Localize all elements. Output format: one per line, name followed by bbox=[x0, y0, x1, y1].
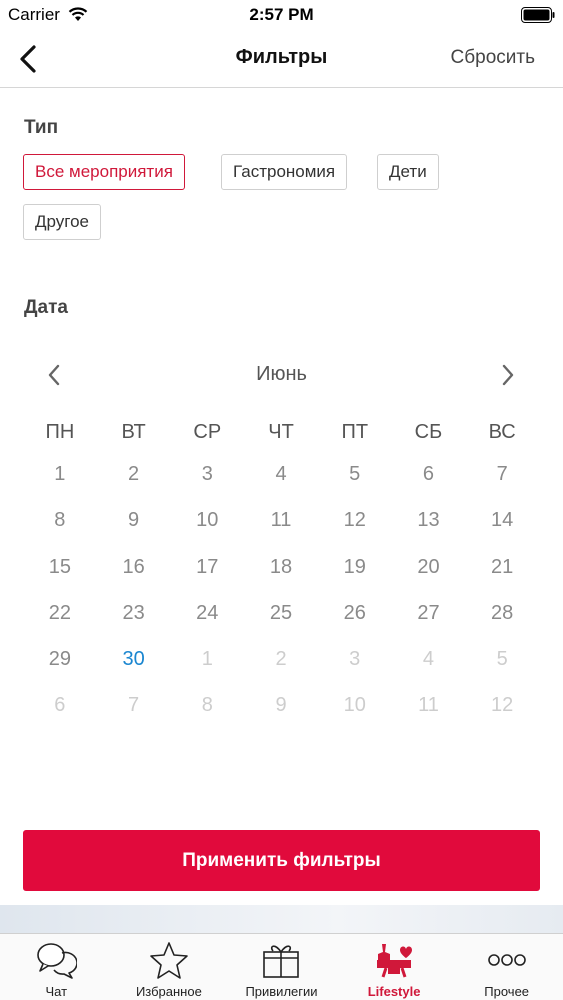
weekday-label: ВС bbox=[488, 421, 516, 443]
calendar-day-next-month: 10 bbox=[343, 694, 366, 716]
tab-label: Прочее bbox=[484, 984, 530, 999]
calendar-day[interactable]: 29 bbox=[23, 648, 97, 671]
weekday-label: ЧТ bbox=[268, 421, 294, 443]
calendar-day[interactable]: 21 bbox=[465, 556, 539, 579]
chip-kids[interactable]: Дети bbox=[377, 154, 439, 190]
calendar-day[interactable]: 5 bbox=[318, 463, 392, 486]
chevron-right-icon bbox=[502, 364, 514, 386]
type-section-title: Тип bbox=[24, 117, 59, 138]
weekday-label: ПН bbox=[45, 421, 75, 443]
tab-label: Привилегии bbox=[245, 984, 318, 999]
calendar-day[interactable]: 25 bbox=[244, 602, 318, 625]
calendar-day[interactable]: 20 bbox=[392, 556, 466, 579]
calendar-day-next-month: 8 bbox=[201, 694, 213, 716]
calendar-day[interactable]: 13 bbox=[392, 509, 466, 532]
calendar-week-row: 22 23 24 25 26 27 28 bbox=[23, 602, 539, 625]
calendar-header: Июнь bbox=[0, 355, 563, 395]
status-time: 2:57 PM bbox=[249, 5, 314, 24]
calendar-day[interactable]: 26 bbox=[318, 602, 392, 625]
calendar-day[interactable]: 8 bbox=[23, 509, 97, 532]
calendar-day-next-month: 1 bbox=[201, 648, 213, 670]
tab-privileges[interactable]: Привилегии bbox=[225, 934, 338, 1000]
tab-label: Чат bbox=[45, 984, 68, 999]
calendar-day-today[interactable]: 30 bbox=[97, 648, 171, 671]
chip-all-events[interactable]: Все мероприятия bbox=[23, 154, 185, 190]
star-icon bbox=[148, 940, 190, 980]
calendar-day[interactable]: 12 bbox=[318, 509, 392, 532]
tab-label: Lifestyle bbox=[367, 984, 421, 999]
navigation-bar: Фильтры Сбросить bbox=[0, 30, 563, 88]
calendar-day[interactable]: 1 bbox=[23, 463, 97, 486]
tab-chat[interactable]: Чат bbox=[0, 934, 113, 1000]
more-icon bbox=[486, 940, 528, 980]
calendar-day[interactable]: 18 bbox=[244, 556, 318, 579]
tab-favorites[interactable]: Избранное bbox=[113, 934, 226, 1000]
calendar-day[interactable]: 4 bbox=[244, 463, 318, 486]
calendar-week-row: 6 7 8 9 10 11 12 bbox=[23, 694, 539, 717]
calendar-day-next-month: 7 bbox=[128, 694, 140, 716]
weekday-label: СБ bbox=[414, 421, 443, 443]
tab-lifestyle[interactable]: Lifestyle bbox=[338, 934, 451, 1000]
tab-label: Избранное bbox=[135, 984, 202, 999]
calendar-day-next-month: 2 bbox=[275, 648, 287, 670]
status-bar: Carrier 2:57 PM bbox=[0, 0, 563, 30]
calendar-day[interactable]: 6 bbox=[392, 463, 466, 486]
calendar-day-next-month: 4 bbox=[422, 648, 435, 670]
calendar-day[interactable]: 9 bbox=[97, 509, 171, 532]
chip-other[interactable]: Другое bbox=[23, 204, 102, 240]
calendar-week-row: 15 16 17 18 19 20 21 bbox=[23, 556, 539, 579]
reset-button[interactable]: Сбросить bbox=[451, 47, 535, 69]
weekday-header-row: ПН ВТ СР ЧТ ПТ СБ ВС bbox=[23, 421, 539, 444]
calendar-day[interactable]: 16 bbox=[97, 556, 171, 579]
calendar-day[interactable]: 11 bbox=[244, 509, 318, 532]
month-label: Июнь bbox=[256, 363, 307, 385]
weekday-label: ПТ bbox=[341, 421, 369, 443]
tab-bar: Чат Избранное Привилегии Lifestyle Проче… bbox=[0, 933, 563, 1000]
calendar-day[interactable]: 28 bbox=[465, 602, 539, 625]
gift-icon bbox=[260, 940, 302, 980]
calendar-day[interactable]: 24 bbox=[170, 602, 244, 625]
calendar-week-row: 29 30 1 2 3 4 5 bbox=[23, 648, 539, 671]
calendar-day[interactable]: 14 bbox=[465, 509, 539, 532]
calendar-day[interactable]: 27 bbox=[392, 602, 466, 625]
next-month-button[interactable] bbox=[494, 361, 522, 389]
tab-bar-backdrop bbox=[0, 905, 563, 933]
calendar-day-next-month: 5 bbox=[496, 648, 508, 670]
calendar-day-next-month: 9 bbox=[275, 694, 287, 716]
weekday-label: СР bbox=[193, 421, 222, 443]
lifestyle-icon bbox=[373, 940, 415, 980]
calendar-day[interactable]: 17 bbox=[170, 556, 244, 579]
calendar-day-next-month: 12 bbox=[491, 694, 514, 716]
calendar-week-row: 8 9 10 11 12 13 14 bbox=[23, 509, 539, 532]
calendar-day[interactable]: 19 bbox=[318, 556, 392, 579]
calendar-day[interactable]: 10 bbox=[170, 509, 244, 532]
calendar-day-next-month: 11 bbox=[418, 694, 439, 716]
apply-filters-button[interactable]: Применить фильтры bbox=[23, 830, 540, 891]
calendar-day-next-month: 6 bbox=[54, 694, 66, 716]
calendar-day[interactable]: 15 bbox=[23, 556, 97, 579]
chip-gastronomy[interactable]: Гастрономия bbox=[221, 154, 348, 190]
calendar-day[interactable]: 3 bbox=[170, 463, 244, 486]
battery-icon bbox=[521, 7, 555, 23]
calendar-day-next-month: 3 bbox=[349, 648, 361, 670]
calendar-week-row: 1 2 3 4 5 6 7 bbox=[23, 463, 539, 486]
tab-more[interactable]: Прочее bbox=[450, 934, 563, 1000]
chat-icon bbox=[35, 940, 78, 980]
date-section-title: Дата bbox=[24, 297, 68, 318]
calendar-day[interactable]: 7 bbox=[465, 463, 539, 486]
weekday-label: ВТ bbox=[121, 421, 146, 443]
calendar-day[interactable]: 22 bbox=[23, 602, 97, 625]
calendar-day[interactable]: 2 bbox=[97, 463, 171, 486]
calendar-day[interactable]: 23 bbox=[97, 602, 171, 625]
